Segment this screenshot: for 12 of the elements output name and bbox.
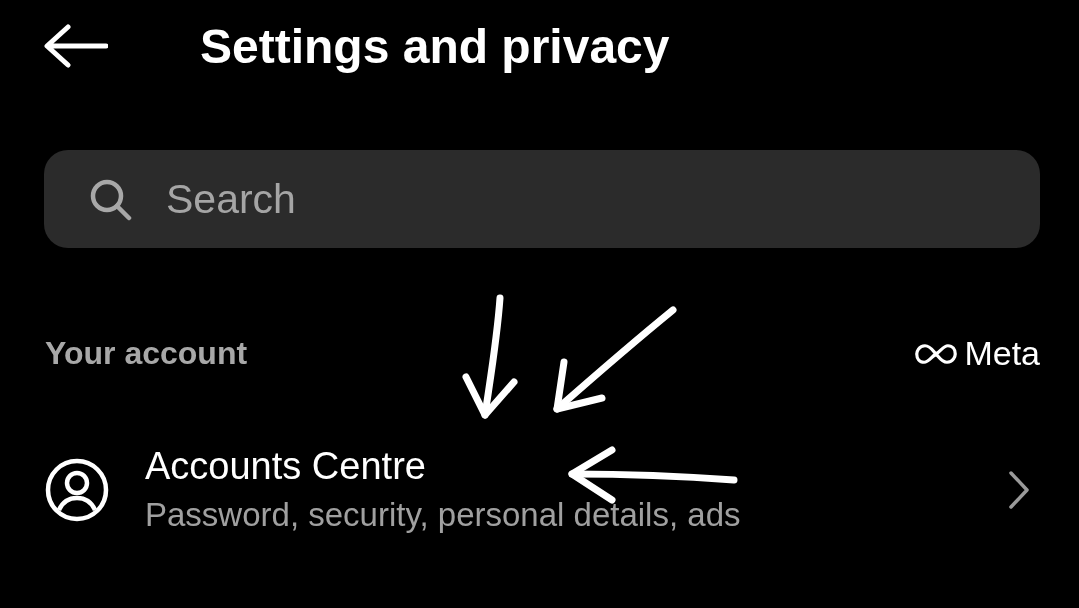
infinity-icon — [914, 341, 959, 366]
chevron-right-icon — [1007, 469, 1031, 510]
item-subtitle: Password, security, personal details, ads — [145, 496, 741, 534]
back-arrow-icon[interactable] — [44, 24, 108, 68]
section-label: Your account — [45, 335, 248, 372]
person-icon — [45, 457, 109, 522]
accounts-row[interactable]: Accounts Centre Password, security, personal details, ads — [45, 445, 1031, 534]
brand-name: Meta — [964, 334, 1040, 373]
item-title: Accounts Centre — [145, 445, 426, 488]
search-icon — [88, 177, 132, 221]
search-field[interactable]: Search — [44, 150, 1040, 248]
page-title: Settings and privacy — [200, 18, 670, 74]
